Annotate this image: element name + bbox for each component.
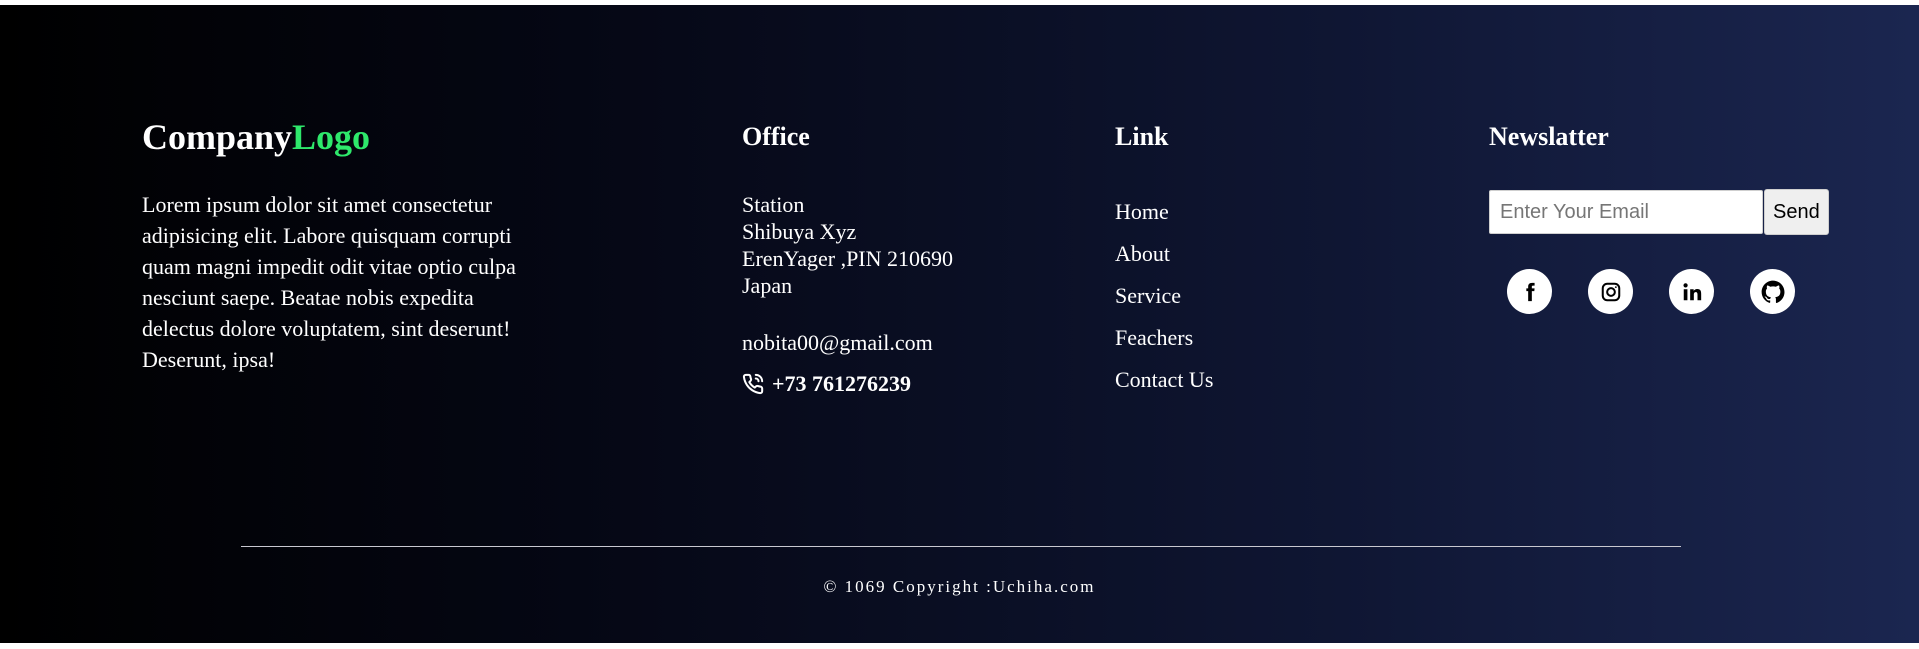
office-email[interactable]: nobita00@gmail.com — [742, 329, 1062, 356]
address-line: Shibuya Xyz — [742, 219, 857, 244]
footer-link-feachers[interactable]: Feachers — [1115, 317, 1375, 359]
site-footer: CompanyLogo Lorem ipsum dolor sit amet c… — [0, 5, 1919, 643]
about-description: Lorem ipsum dolor sit amet consectetur a… — [142, 192, 516, 372]
address-line: Station — [742, 192, 805, 217]
newsletter-email-input[interactable] — [1489, 190, 1763, 234]
phone-icon — [742, 373, 764, 395]
instagram-icon[interactable] — [1588, 269, 1633, 314]
phone-number: +73 761276239 — [772, 371, 912, 396]
links-heading: Link — [1115, 122, 1169, 151]
github-icon[interactable] — [1750, 269, 1795, 314]
about-column: CompanyLogo Lorem ipsum dolor sit amet c… — [142, 111, 522, 375]
linkedin-icon[interactable] — [1669, 269, 1714, 314]
company-logo[interactable]: CompanyLogo — [142, 111, 522, 163]
logo-main-text: Company — [142, 117, 293, 157]
newsletter-column: Newslatter Send — [1489, 111, 1889, 314]
social-links — [1507, 269, 1889, 314]
address-line: Japan — [742, 273, 793, 298]
office-column: Office Station Shibuya Xyz ErenYager ,PI… — [742, 111, 1062, 397]
footer-links: Home About Service Feachers Contact Us — [1115, 191, 1375, 401]
footer-link-service[interactable]: Service — [1115, 275, 1375, 317]
facebook-icon[interactable] — [1507, 269, 1552, 314]
links-column: Link Home About Service Feachers Contact… — [1115, 111, 1375, 401]
copyright-text: © 1069 Copyright :Uchiha.com — [823, 577, 1096, 596]
footer-link-home[interactable]: Home — [1115, 191, 1375, 233]
office-address: Station Shibuya Xyz ErenYager ,PIN 21069… — [742, 191, 1062, 299]
office-phone[interactable]: +73 761276239 — [742, 371, 1062, 397]
footer-link-about[interactable]: About — [1115, 233, 1375, 275]
footer-divider — [241, 546, 1681, 547]
office-heading: Office — [742, 122, 810, 151]
newsletter-form: Send — [1489, 189, 1889, 235]
send-button[interactable]: Send — [1764, 189, 1829, 235]
newsletter-heading: Newslatter — [1489, 122, 1609, 151]
logo-accent-text: Logo — [292, 117, 371, 157]
footer-link-contact[interactable]: Contact Us — [1115, 359, 1375, 401]
address-line: ErenYager ,PIN 210690 — [742, 246, 954, 271]
